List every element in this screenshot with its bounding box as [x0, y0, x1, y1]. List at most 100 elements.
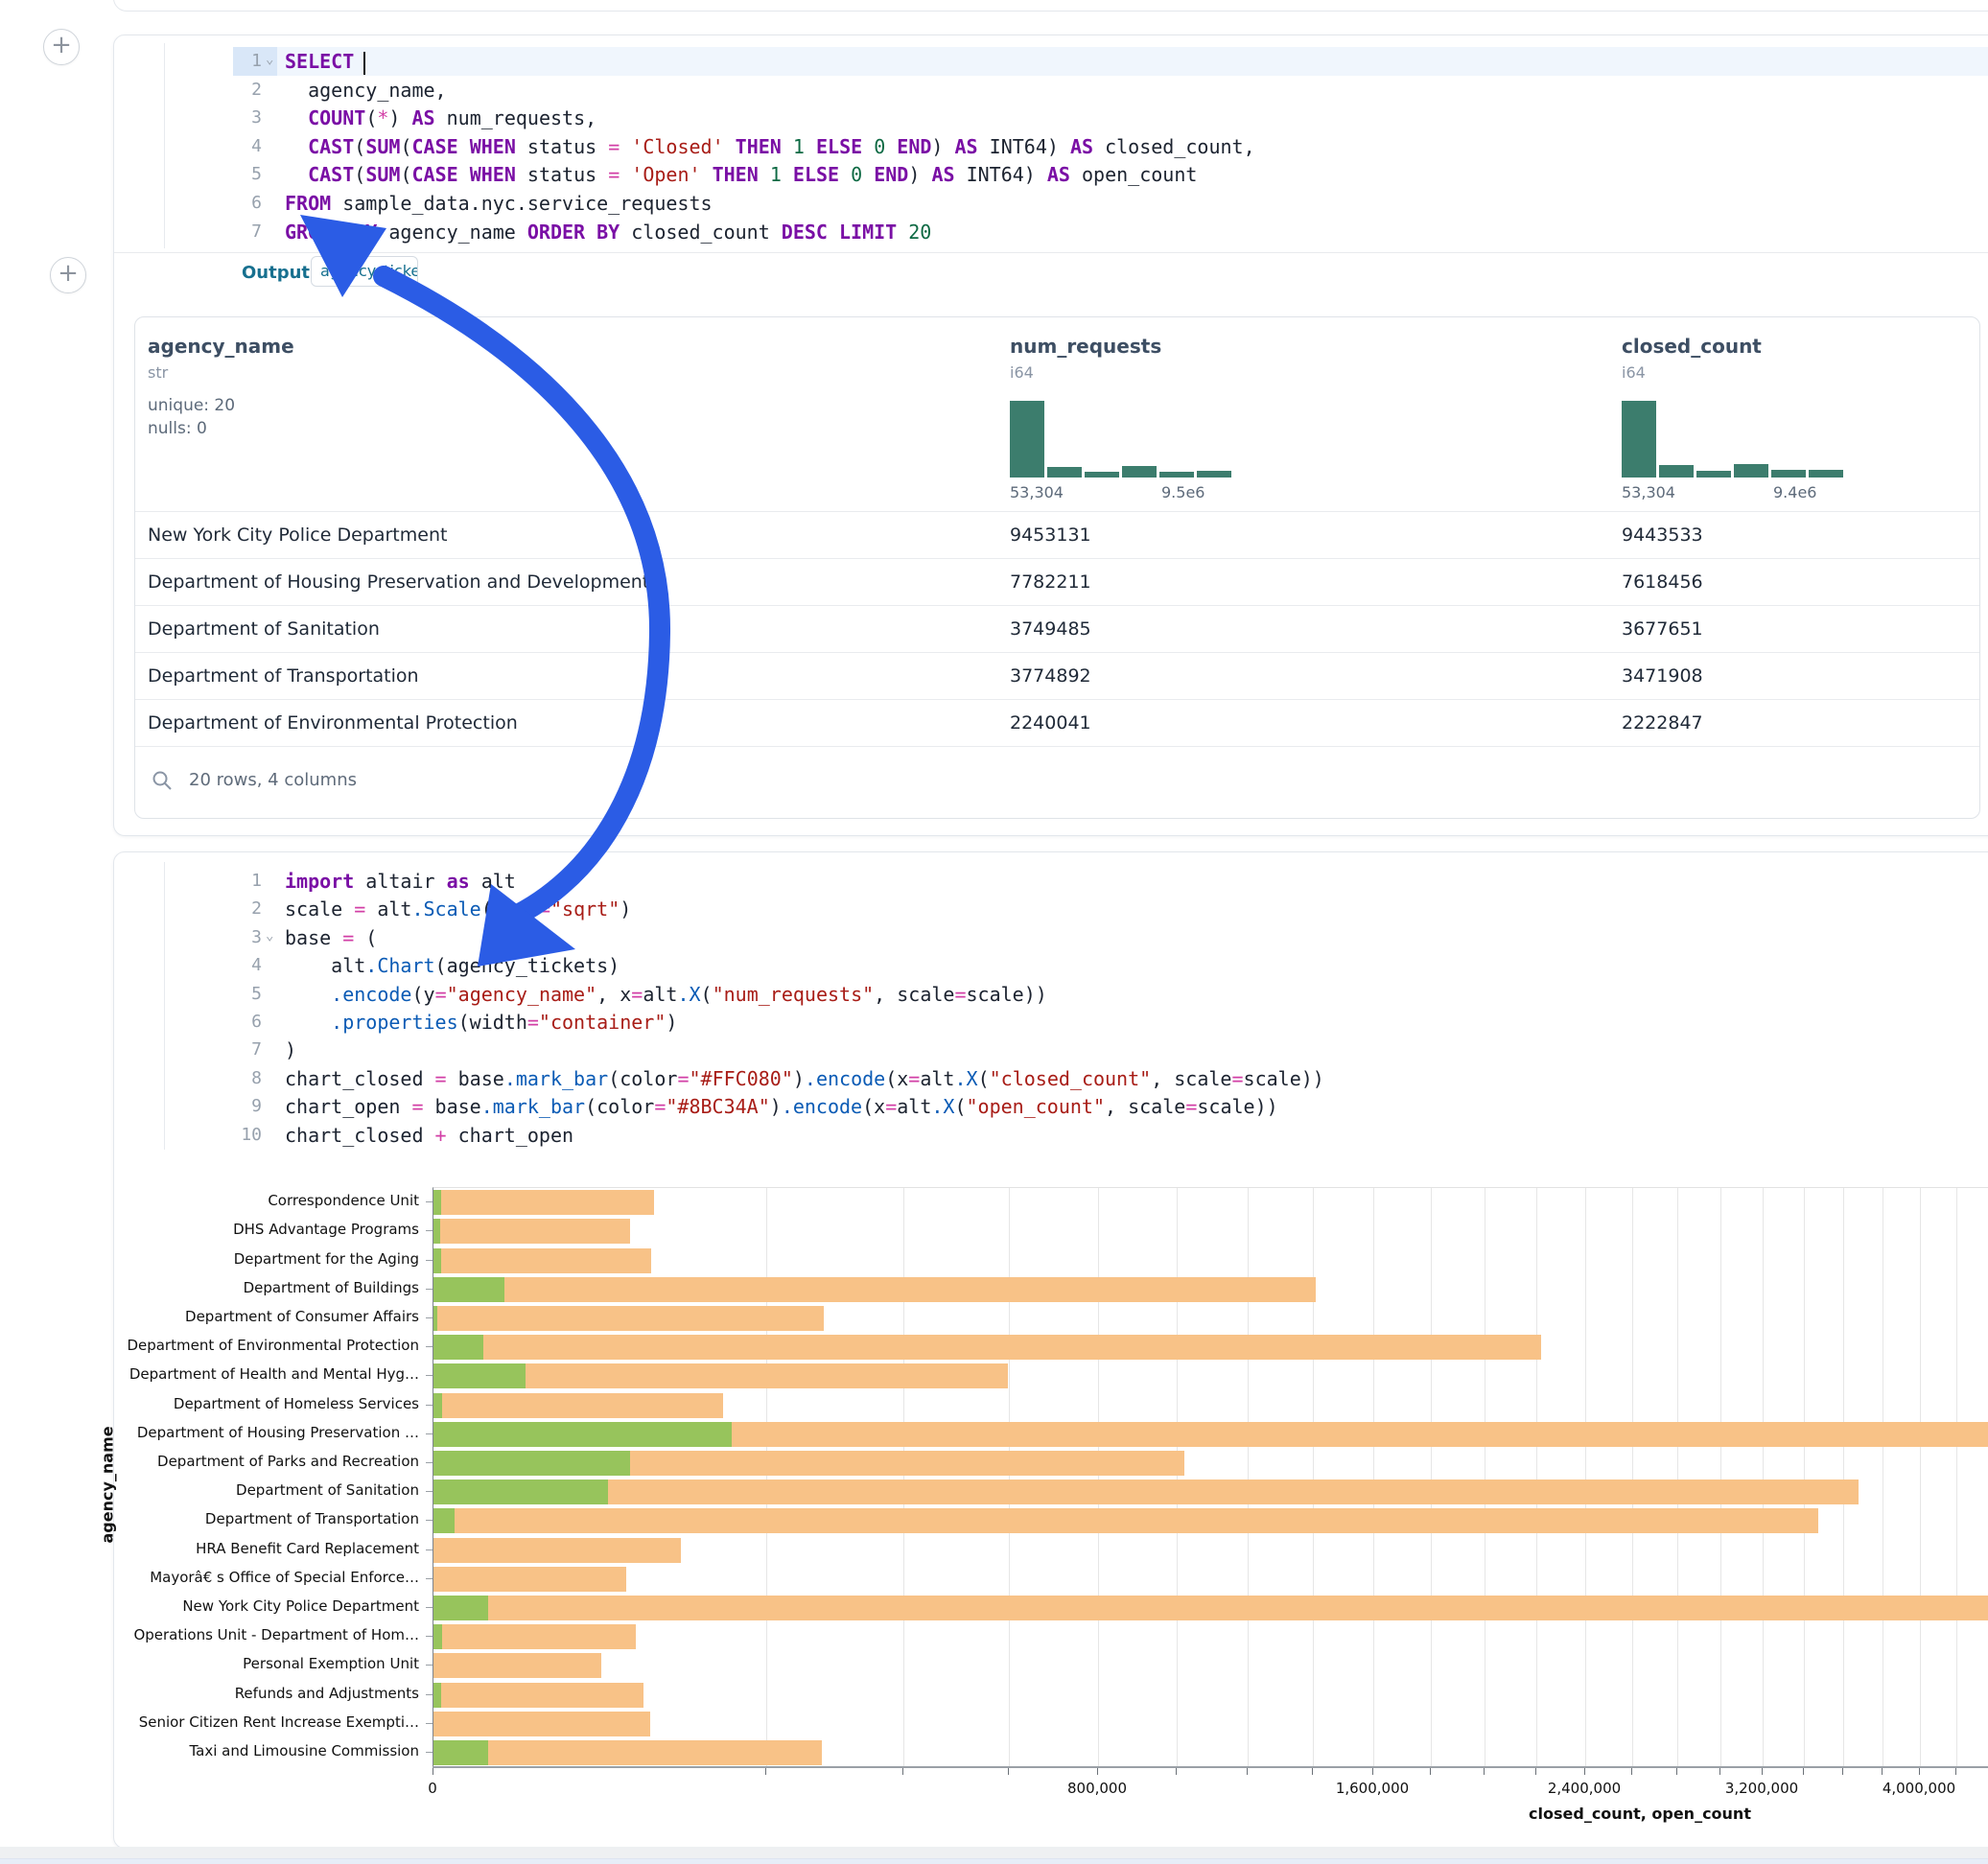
- x-axis-tick: [1176, 1768, 1177, 1775]
- code-line[interactable]: 5 CAST(SUM(CASE WHEN status = 'Open' THE…: [114, 160, 1988, 189]
- y-axis-label: Department of Health and Mental Hyg…: [103, 1365, 419, 1383]
- y-axis-label: Department of Transportation: [103, 1510, 419, 1527]
- code-line[interactable]: 3⌄base = (: [114, 923, 1988, 952]
- table-row[interactable]: New York City Police Department945313194…: [135, 511, 1979, 559]
- line-number: 5: [120, 980, 262, 1009]
- y-axis-tick: [426, 1462, 433, 1463]
- code-line[interactable]: 7GROUP BY agency_name ORDER BY closed_co…: [114, 218, 1988, 246]
- bar-closed-count: [433, 1335, 1541, 1360]
- y-axis-tick: [426, 1752, 433, 1753]
- code-line[interactable]: 9chart_open = base.mark_bar(color="#8BC3…: [114, 1092, 1988, 1121]
- code-line[interactable]: 4 CAST(SUM(CASE WHEN status = 'Closed' T…: [114, 132, 1988, 161]
- histogram-min-label: 53,304: [1622, 483, 1675, 501]
- line-number: 10: [120, 1121, 262, 1150]
- y-axis-tick: [426, 1201, 433, 1202]
- previous-cell-bottom-edge: [113, 0, 1988, 12]
- bar-closed-count: [433, 1480, 1859, 1504]
- code-text: chart_closed + chart_open: [285, 1121, 573, 1150]
- chart-plot-area: [433, 1187, 1988, 1767]
- code-text: agency_name,: [285, 76, 447, 105]
- table-row[interactable]: Department of Transportation377489234719…: [135, 652, 1979, 700]
- output-variable-pill[interactable]: agency_tickets: [311, 256, 418, 287]
- code-line[interactable]: 10 chart_closed + chart_open: [114, 1121, 1988, 1150]
- x-axis-tick: [1247, 1768, 1248, 1775]
- search-icon[interactable]: [151, 769, 174, 792]
- gridline: [1431, 1188, 1432, 1767]
- bar-open-count: [433, 1190, 441, 1215]
- x-axis-tick: [1484, 1768, 1485, 1775]
- y-axis-tick: [426, 1375, 433, 1376]
- y-axis-label: Department of Housing Preservation …: [103, 1424, 419, 1441]
- fold-chevron-icon[interactable]: ⌄: [266, 921, 273, 950]
- bar-closed-count: [433, 1393, 723, 1418]
- gridline: [1585, 1188, 1586, 1767]
- add-cell-button-top[interactable]: +: [43, 29, 80, 65]
- code-text: import altair as alt: [285, 867, 516, 896]
- bar-open-count: [433, 1363, 526, 1388]
- gridline: [1763, 1188, 1764, 1767]
- y-axis-tick: [426, 1317, 433, 1318]
- x-axis-tick-label: 3,200,000: [1725, 1780, 1798, 1797]
- table-row[interactable]: Department of Housing Preservation and D…: [135, 558, 1979, 606]
- table-cell: New York City Police Department: [148, 524, 447, 546]
- x-axis-tick: [1535, 1768, 1536, 1775]
- histogram-bar: [1734, 464, 1768, 478]
- y-axis-label: Department of Buildings: [103, 1279, 419, 1296]
- gridline: [1536, 1188, 1537, 1767]
- bar-open-count: [433, 1248, 441, 1273]
- x-axis-tick: [1762, 1768, 1763, 1775]
- bar-closed-count: [433, 1508, 1818, 1533]
- y-axis-label: Personal Exemption Unit: [103, 1655, 419, 1672]
- table-cell: Department of Sanitation: [148, 618, 380, 640]
- line-number: 5: [120, 160, 262, 189]
- code-line[interactable]: 6FROM sample_data.nyc.service_requests: [114, 189, 1988, 218]
- line-number: 3: [120, 923, 262, 952]
- histogram-bar: [1010, 401, 1044, 478]
- code-line[interactable]: 7): [114, 1036, 1988, 1064]
- histogram-bar: [1622, 401, 1656, 478]
- column-type: i64: [1010, 363, 1034, 382]
- code-line[interactable]: 2 agency_name,: [114, 76, 1988, 105]
- column-header-agency-name[interactable]: agency_name: [148, 335, 294, 358]
- code-line[interactable]: 6 .properties(width="container"): [114, 1008, 1988, 1037]
- fold-chevron-icon[interactable]: ⌄: [266, 45, 273, 74]
- x-axis-tick: [1919, 1768, 1920, 1775]
- gridline: [1804, 1188, 1805, 1767]
- y-axis-tick: [426, 1289, 433, 1290]
- sql-editor[interactable]: 1⌄SELECT2 agency_name,3 COUNT(*) AS num_…: [114, 47, 1988, 250]
- histogram-max-label: 9.5e6: [1161, 483, 1204, 501]
- add-cell-button-middle[interactable]: +: [50, 257, 86, 293]
- line-number: 1: [120, 867, 262, 896]
- gridline: [1009, 1188, 1010, 1767]
- code-text: scale = alt.Scale(type="sqrt"): [285, 895, 631, 923]
- code-line[interactable]: 8chart_closed = base.mark_bar(color="#FF…: [114, 1064, 1988, 1093]
- column-header-closed-count[interactable]: closed_count: [1622, 335, 1762, 358]
- code-line[interactable]: 2scale = alt.Scale(type="sqrt"): [114, 895, 1988, 923]
- histogram-bar: [1696, 471, 1731, 478]
- y-axis-tick: [426, 1694, 433, 1695]
- line-number: 1: [120, 47, 262, 76]
- bar-open-count: [433, 1393, 442, 1418]
- code-line[interactable]: 3 COUNT(*) AS num_requests,: [114, 104, 1988, 132]
- table-row[interactable]: Department of Sanitation37494853677651: [135, 605, 1979, 653]
- table-cell: 2222847: [1622, 712, 1703, 734]
- bar-closed-count: [433, 1538, 681, 1563]
- y-axis-tick: [426, 1636, 433, 1637]
- gridline: [1248, 1188, 1249, 1767]
- python-editor[interactable]: 1 import altair as alt2scale = alt.Scale(…: [114, 867, 1988, 1154]
- code-line[interactable]: 5 .encode(y="agency_name", x=alt.X("num_…: [114, 980, 1988, 1009]
- bar-closed-count: [433, 1712, 650, 1736]
- x-axis-tick: [1803, 1768, 1804, 1775]
- code-line[interactable]: 1 import altair as alt: [114, 867, 1988, 896]
- code-line[interactable]: 1⌄SELECT: [114, 47, 1988, 76]
- x-axis-tick: [1008, 1768, 1009, 1775]
- histogram-closed-count[interactable]: 53,3049.4e6: [1622, 399, 1848, 478]
- code-line[interactable]: 4 alt.Chart(agency_tickets): [114, 951, 1988, 980]
- gridline: [1313, 1188, 1314, 1767]
- x-axis-tick: [902, 1768, 903, 1775]
- x-axis-tick-label: 4,000,000: [1883, 1780, 1955, 1797]
- table-row[interactable]: Department of Environmental Protection22…: [135, 699, 1979, 747]
- bar-open-count: [433, 1422, 732, 1447]
- histogram-num-requests[interactable]: 53,3049.5e6: [1010, 399, 1236, 478]
- column-header-num-requests[interactable]: num_requests: [1010, 335, 1161, 358]
